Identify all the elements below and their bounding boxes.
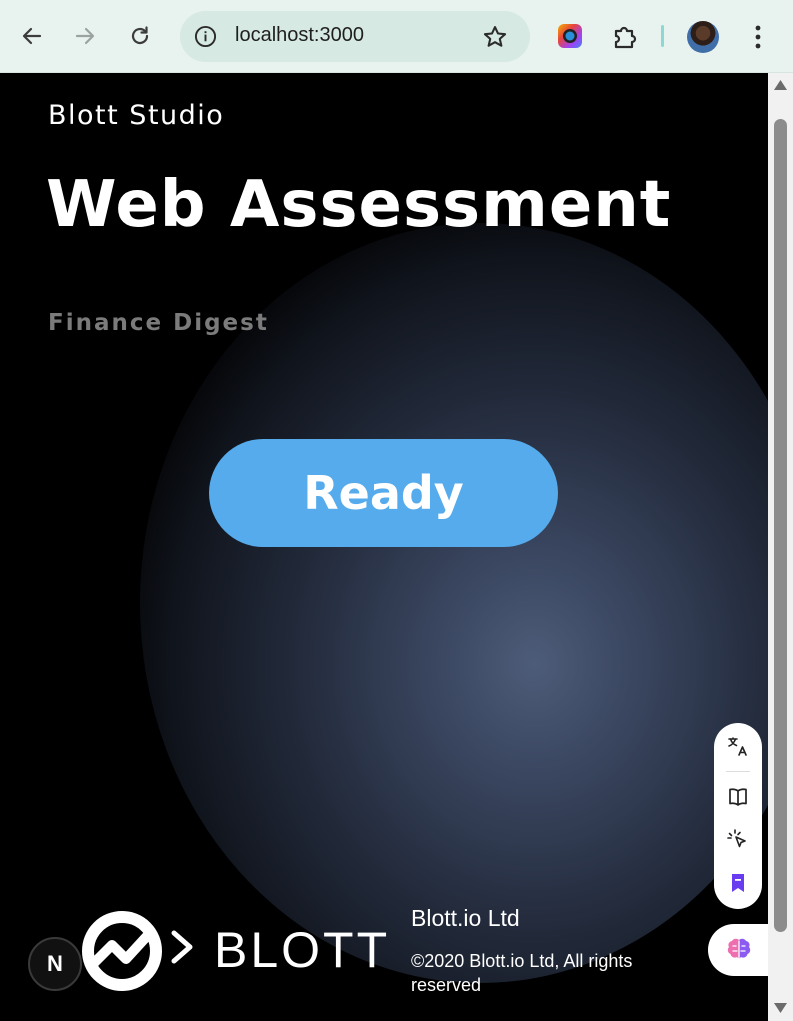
page-headline: Web Assessment [46, 168, 672, 242]
browser-toolbar: localhost:3000 [0, 0, 793, 73]
back-icon [22, 27, 42, 45]
footer-company: Blott.io Ltd [411, 905, 520, 931]
reload-button[interactable] [122, 18, 158, 54]
back-button[interactable] [14, 18, 50, 54]
brain-icon [727, 938, 751, 960]
scroll-down-icon[interactable] [773, 1002, 788, 1014]
address-bar[interactable]: localhost:3000 [180, 11, 530, 62]
nextjs-dev-badge[interactable]: N [28, 937, 82, 991]
toolbar-separator [661, 25, 664, 47]
panel-divider [726, 771, 750, 772]
brand-title: Blott Studio [48, 100, 225, 131]
scroll-thumb[interactable] [774, 119, 787, 932]
ready-button[interactable]: Ready [209, 439, 558, 547]
logo-wordmark: BLOTT [214, 922, 390, 978]
color-picker-extension-icon[interactable] [556, 22, 584, 50]
reload-icon [131, 26, 149, 45]
vertical-scrollbar[interactable] [768, 73, 793, 1021]
extension-side-panel [714, 723, 762, 909]
background-glow [140, 223, 768, 983]
scroll-up-icon[interactable] [773, 79, 788, 91]
book-icon[interactable] [726, 785, 750, 809]
page-subheading: Finance Digest [48, 310, 269, 336]
footer-copyright: ©2020 Blott.io Ltd, All rights reserved [411, 951, 633, 995]
url-text[interactable]: localhost:3000 [235, 24, 364, 47]
bookmark-icon[interactable] [726, 871, 750, 895]
extensions-puzzle-icon[interactable] [611, 22, 639, 50]
site-info-icon[interactable] [194, 25, 217, 48]
pointer-click-icon[interactable] [726, 828, 750, 852]
forward-button[interactable] [67, 18, 103, 54]
translate-icon[interactable] [726, 735, 750, 759]
blott-logo: BLOTT [54, 911, 390, 991]
page-viewport: Blott Studio Web Assessment Finance Dige… [0, 73, 768, 1021]
bookmark-star-icon[interactable] [482, 24, 508, 50]
brain-assistant-button[interactable] [708, 924, 768, 976]
profile-avatar[interactable] [687, 21, 719, 53]
forward-icon [75, 27, 95, 45]
more-vert-icon[interactable] [746, 22, 770, 52]
